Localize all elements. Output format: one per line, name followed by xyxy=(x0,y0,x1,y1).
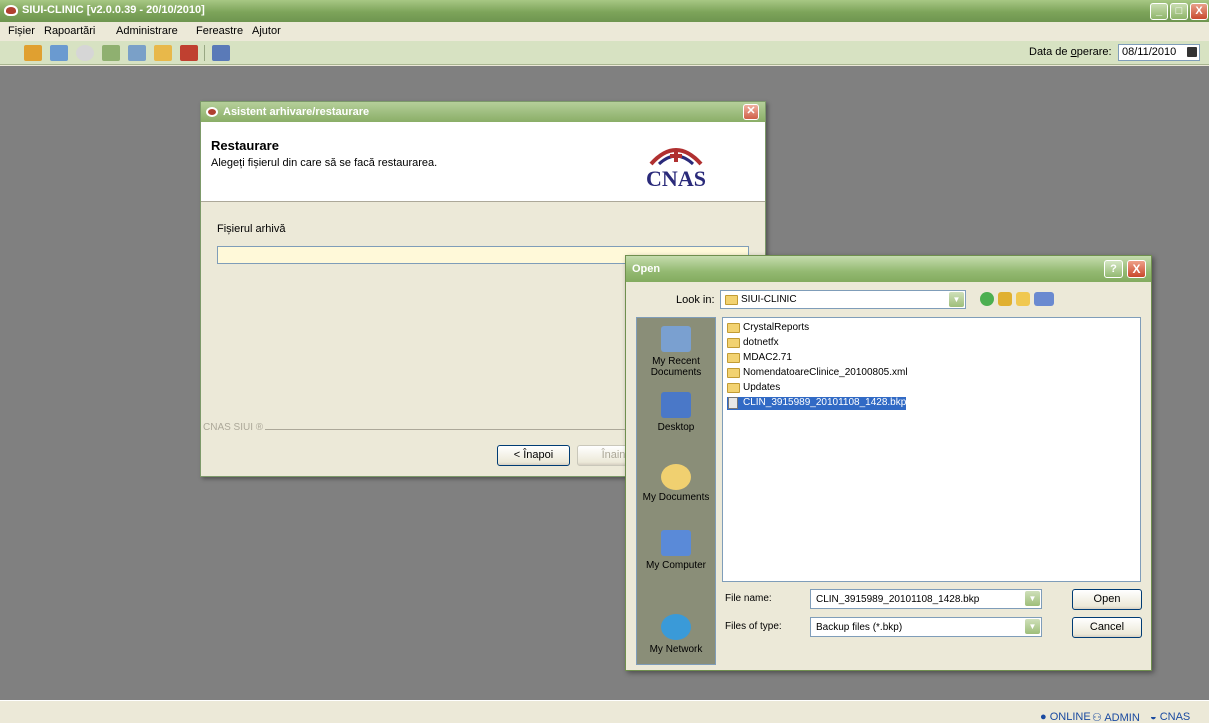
chevron-down-icon[interactable]: ▼ xyxy=(949,292,964,307)
menu-rapoartari[interactable]: Rapoartări xyxy=(44,25,95,37)
list-item[interactable]: MDAC2.71 xyxy=(727,352,792,365)
report-icon[interactable] xyxy=(180,45,198,61)
list-item[interactable]: NomendatoareClinice_20100805.xml xyxy=(727,367,908,380)
refresh-icon[interactable] xyxy=(76,45,94,61)
places-bar: My Recent Documents Desktop My Documents… xyxy=(636,317,716,665)
folder-icon xyxy=(727,338,740,348)
list-item[interactable]: dotnetfx xyxy=(727,337,779,350)
look-in-value: SIUI-CLINIC xyxy=(741,294,797,305)
file-name-combo[interactable]: CLIN_3915989_20101108_1428.bkp ▼ xyxy=(810,589,1042,609)
wizard-title: Asistent arhivare/restaurare xyxy=(223,106,370,118)
list-item[interactable]: Updates xyxy=(727,382,780,395)
folder-icon xyxy=(727,323,740,333)
status-user: ⚇ ADMIN xyxy=(1092,712,1140,723)
back-button[interactable]: < Înapoi xyxy=(497,445,570,466)
minimize-button[interactable]: _ xyxy=(1150,3,1168,20)
maximize-button[interactable]: □ xyxy=(1170,3,1188,20)
look-in-label: Look in: xyxy=(676,294,715,306)
menu-ferestre[interactable]: Fereastre xyxy=(196,25,243,37)
tool-icon[interactable] xyxy=(102,45,120,61)
my-computer-icon xyxy=(661,530,691,556)
archive-file-label: Fișierul arhivă xyxy=(217,223,286,235)
file-list[interactable]: CrystalReports dotnetfx MDAC2.71 Nomenda… xyxy=(722,317,1141,582)
views-menu-icon[interactable] xyxy=(1034,292,1054,306)
new-folder-icon[interactable] xyxy=(1016,292,1030,306)
desktop-icon xyxy=(661,392,691,418)
file-name-label: File name: xyxy=(725,593,772,604)
place-my-documents[interactable]: My Documents xyxy=(637,462,715,512)
list-item-selected[interactable]: CLIN_3915989_20101108_1428.bkp xyxy=(727,397,907,410)
export-icon[interactable] xyxy=(212,45,230,61)
status-org: ◒ CNAS xyxy=(1150,711,1191,723)
place-my-network[interactable]: My Network xyxy=(637,614,715,664)
backup-file-icon xyxy=(728,397,738,409)
place-label: My Network xyxy=(649,644,703,655)
folder-icon xyxy=(727,368,740,378)
chevron-down-icon[interactable]: ▼ xyxy=(1025,619,1040,634)
help-button[interactable]: ? xyxy=(1104,260,1123,278)
up-folder-icon[interactable] xyxy=(998,292,1012,306)
person-icon[interactable] xyxy=(154,45,172,61)
document-icon[interactable] xyxy=(50,45,68,61)
file-name-value: CLIN_3915989_20101108_1428.bkp xyxy=(816,594,980,605)
folder-icon xyxy=(725,295,738,305)
place-label: Desktop xyxy=(657,422,695,433)
chevron-down-icon[interactable]: ▼ xyxy=(1025,591,1040,606)
my-documents-icon xyxy=(661,464,691,490)
bottle-icon[interactable] xyxy=(128,45,146,61)
recent-documents-icon xyxy=(661,326,691,352)
operation-date-field[interactable]: 08/11/2010 xyxy=(1118,44,1200,61)
folder-icon xyxy=(727,383,740,393)
cnas-logo-text: CNAS xyxy=(646,166,706,191)
file-type-value: Backup files (*.bkp) xyxy=(816,622,903,633)
wizard-header: Restaurare Alegeți fișierul din care să … xyxy=(201,122,765,202)
status-bar: ● ONLINE ⚇ ADMIN ◒ CNAS xyxy=(0,700,1209,723)
open-dialog-title: Open xyxy=(632,263,661,275)
app-logo-icon xyxy=(4,5,18,16)
wizard-subtitle: Alegeți fișierul din care să se facă res… xyxy=(211,157,438,169)
menu-administrare[interactable]: Administrare xyxy=(116,25,178,37)
back-icon[interactable] xyxy=(980,292,994,306)
place-recent-documents[interactable]: My Recent Documents xyxy=(637,324,715,386)
menu-bar: Fișier Rapoartări Administrare Fereastre… xyxy=(0,22,1209,41)
calendar-icon[interactable] xyxy=(1187,47,1197,57)
my-network-icon xyxy=(661,614,691,640)
users-icon[interactable] xyxy=(24,45,42,61)
cnas-logo: CNAS xyxy=(629,142,723,192)
list-item[interactable]: CrystalReports xyxy=(727,322,809,335)
file-type-combo[interactable]: Backup files (*.bkp) ▼ xyxy=(810,617,1042,637)
look-in-combo[interactable]: SIUI-CLINIC ▼ xyxy=(720,290,966,309)
operation-date-label: Data de operare: xyxy=(1029,46,1112,58)
place-label: My Recent Documents xyxy=(650,356,702,378)
status-online: ● ONLINE xyxy=(1040,711,1091,723)
open-dialog-close-button[interactable]: X xyxy=(1127,260,1146,278)
app-titlebar[interactable]: SIUI-CLINIC [v2.0.0.39 - 20/10/2010] _ □… xyxy=(0,0,1209,22)
place-label: My Documents xyxy=(642,492,710,503)
app-title: SIUI-CLINIC [v2.0.0.39 - 20/10/2010] xyxy=(22,4,205,16)
folder-icon xyxy=(727,353,740,363)
open-button[interactable]: Open xyxy=(1072,589,1142,610)
cancel-button[interactable]: Cancel xyxy=(1072,617,1142,638)
place-my-computer[interactable]: My Computer xyxy=(637,528,715,578)
wizard-heading: Restaurare xyxy=(211,138,279,153)
place-label: My Computer xyxy=(645,560,706,571)
place-desktop[interactable]: Desktop xyxy=(637,390,715,440)
menu-ajutor[interactable]: Ajutor xyxy=(252,25,281,37)
wizard-app-icon xyxy=(206,107,218,117)
wizard-close-button[interactable]: ✕ xyxy=(743,104,759,120)
file-type-label: Files of type: xyxy=(725,621,782,632)
toolbar xyxy=(0,41,1209,65)
menu-fisier[interactable]: Fișier xyxy=(8,25,35,37)
open-dialog-titlebar[interactable]: Open ? X xyxy=(626,256,1151,282)
open-file-dialog: Open ? X Look in: SIUI-CLINIC ▼ My Recen… xyxy=(625,255,1152,671)
wizard-titlebar[interactable]: Asistent arhivare/restaurare ✕ xyxy=(201,102,765,122)
close-button[interactable]: X xyxy=(1190,3,1208,20)
operation-date-value: 08/11/2010 xyxy=(1122,46,1177,58)
toolbar-separator xyxy=(204,45,205,61)
wizard-footer-label: CNAS SIUI ® xyxy=(203,422,264,433)
